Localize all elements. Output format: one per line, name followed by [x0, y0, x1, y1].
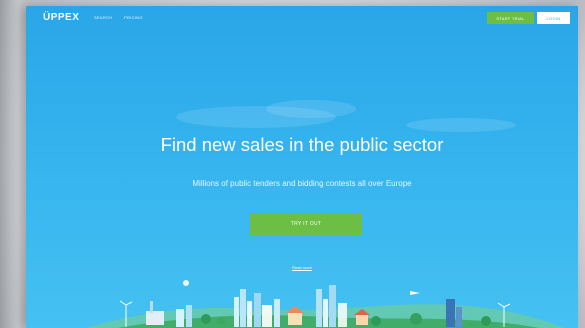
- start-trial-button[interactable]: START TRIAL: [487, 12, 534, 24]
- hero-subheadline: Millions of public tenders and bidding c…: [192, 179, 412, 188]
- cloud-shape: [266, 100, 356, 118]
- top-nav: ÜPPEX SEARCH PRICING START TRIAL LOGIN: [26, 6, 578, 30]
- nav-link-search[interactable]: SEARCH: [94, 15, 112, 20]
- website-screenshot: ÜPPEX SEARCH PRICING START TRIAL LOGIN F…: [26, 6, 578, 328]
- hero-headline: Find new sales in the public sector: [160, 134, 444, 155]
- login-button[interactable]: LOGIN: [537, 12, 570, 24]
- city-skyline-illustration: [85, 280, 565, 328]
- read-more-link[interactable]: Read more: [26, 265, 578, 270]
- brand-logo[interactable]: ÜPPEX: [43, 12, 79, 23]
- try-it-out-button[interactable]: TRY IT OUT: [250, 213, 362, 235]
- nav-link-pricing[interactable]: PRICING: [124, 15, 143, 20]
- cloud-shape: [406, 118, 516, 132]
